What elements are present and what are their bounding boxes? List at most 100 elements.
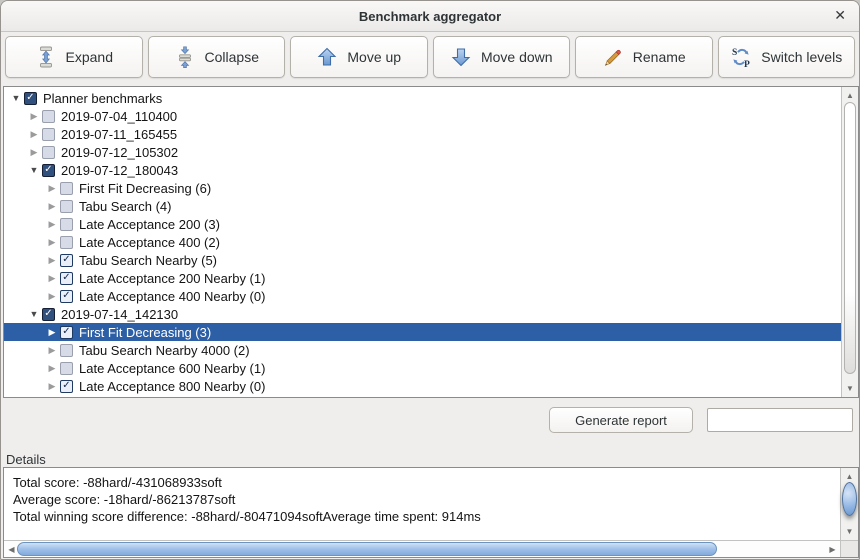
expand-node-icon[interactable]: ▶ <box>26 107 42 125</box>
tree-indent <box>4 260 44 261</box>
tree-row-label: First Fit Decreasing (3) <box>79 325 211 340</box>
tree-checkbox[interactable] <box>60 344 73 357</box>
tree-row[interactable]: ▼✓Planner benchmarks <box>4 89 841 107</box>
tree-checkbox[interactable] <box>60 182 73 195</box>
tree-row[interactable]: ▶✓Tabu Search Nearby (5) <box>4 251 841 269</box>
tree-indent <box>4 224 44 225</box>
app-window: Benchmark aggregator ✕ Expand Collapse <box>0 0 860 560</box>
details-vertical-scrollbar[interactable]: ▲ ▼ <box>840 468 858 540</box>
expand-node-icon[interactable]: ▶ <box>26 125 42 143</box>
tree-row-label: 2019-07-14_142130 <box>61 307 178 322</box>
scroll-up-icon[interactable]: ▲ <box>841 469 858 483</box>
details-vscrollbar-thumb[interactable] <box>842 482 857 516</box>
tree-row[interactable]: ▶✓ First Fit Decreasing (3) <box>4 323 841 341</box>
expand-node-icon[interactable]: ▶ <box>44 341 60 359</box>
expand-button[interactable]: Expand <box>5 36 143 78</box>
tree-checkbox[interactable] <box>42 146 55 159</box>
tree-row[interactable]: ▶✓ Late Acceptance 200 Nearby (1) <box>4 269 841 287</box>
tree-row[interactable]: ▶ Tabu Search Nearby 4000 (2) <box>4 341 841 359</box>
tree-checkbox[interactable] <box>42 128 55 141</box>
collapse-node-icon[interactable]: ▼ <box>8 89 24 107</box>
tree-checkbox[interactable] <box>42 110 55 123</box>
details-hscrollbar-thumb[interactable] <box>17 542 717 556</box>
expand-node-icon[interactable]: ▶ <box>44 287 60 305</box>
tree-row[interactable]: ▶Tabu Search (4) <box>4 197 841 215</box>
rename-button[interactable]: Rename <box>575 36 713 78</box>
tree-row-label: Late Acceptance 800 Nearby (0) <box>79 379 265 394</box>
window-title: Benchmark aggregator <box>359 9 501 24</box>
tree-row[interactable]: ▼✓ 2019-07-14_142130 <box>4 305 841 323</box>
tree-row-label: 2019-07-12_105302 <box>61 145 178 160</box>
expand-icon <box>35 46 57 68</box>
tree-row[interactable]: ▶First Fit Decreasing (6) <box>4 179 841 197</box>
scroll-down-icon[interactable]: ▼ <box>841 524 858 538</box>
toolbar: Expand Collapse Move up <box>5 36 855 78</box>
tree-row-label: Late Acceptance 400 (2) <box>79 235 220 250</box>
tree-indent <box>4 350 44 351</box>
switch-levels-button[interactable]: S P Switch levels <box>718 36 856 78</box>
collapse-node-icon[interactable]: ▼ <box>26 305 42 323</box>
report-name-input[interactable] <box>707 408 853 432</box>
rename-button-label: Rename <box>633 49 686 65</box>
details-horizontal-scrollbar[interactable]: ◀ ▶ <box>4 540 840 557</box>
tree-indent <box>4 170 26 171</box>
expand-node-icon[interactable]: ▶ <box>44 377 60 395</box>
expand-node-icon[interactable]: ▶ <box>26 143 42 161</box>
tree-row[interactable]: ▶✓ Late Acceptance 400 Nearby (0) <box>4 287 841 305</box>
expand-button-label: Expand <box>66 49 113 65</box>
details-label: Details <box>6 452 46 467</box>
tree-row-label: Tabu Search Nearby 4000 (2) <box>79 343 250 358</box>
tree-row[interactable]: ▶Late Acceptance 200 (3) <box>4 215 841 233</box>
scroll-down-icon[interactable]: ▼ <box>842 381 858 395</box>
expand-node-icon[interactable]: ▶ <box>44 251 60 269</box>
tree-checkbox[interactable] <box>60 236 73 249</box>
tree-row[interactable]: ▶ Late Acceptance 400 (2) <box>4 233 841 251</box>
close-icon[interactable]: ✕ <box>834 7 846 24</box>
move-up-button[interactable]: Move up <box>290 36 428 78</box>
tree-row-label: Late Acceptance 200 Nearby (1) <box>79 271 265 286</box>
scrollbar-corner <box>840 540 858 557</box>
tree-vertical-scrollbar[interactable]: ▲ ▼ <box>841 87 858 397</box>
tree-checkbox[interactable] <box>60 200 73 213</box>
tree-row[interactable]: ▶2019-07-04_110400 <box>4 107 841 125</box>
tree-checkbox[interactable]: ✓ <box>60 380 73 393</box>
expand-node-icon[interactable]: ▶ <box>44 269 60 287</box>
collapse-button-label: Collapse <box>205 49 259 65</box>
expand-node-icon[interactable]: ▶ <box>44 215 60 233</box>
tree-row[interactable]: ▶ 2019-07-12_105302 <box>4 143 841 161</box>
scroll-right-icon[interactable]: ▶ <box>826 541 839 557</box>
tree-row[interactable]: ▶ Late Acceptance 600 Nearby (1) <box>4 359 841 377</box>
collapse-node-icon[interactable]: ▼ <box>26 161 42 179</box>
expand-node-icon[interactable]: ▶ <box>44 197 60 215</box>
move-down-button[interactable]: Move down <box>433 36 571 78</box>
tree-checkbox[interactable]: ✓ <box>60 254 73 267</box>
collapse-button[interactable]: Collapse <box>148 36 286 78</box>
move-down-icon <box>450 46 472 68</box>
tree-indent <box>4 332 44 333</box>
tree-row-label: Late Acceptance 600 Nearby (1) <box>79 361 265 376</box>
rename-pencil-icon <box>602 46 624 68</box>
tree-checkbox[interactable]: ✓ <box>42 164 55 177</box>
expand-node-icon[interactable]: ▶ <box>44 179 60 197</box>
tree-row[interactable]: ▼✓2019-07-12_180043 <box>4 161 841 179</box>
tree-checkbox[interactable]: ✓ <box>60 272 73 285</box>
tree-row[interactable]: ▶✓ Late Acceptance 800 Nearby (0) <box>4 377 841 395</box>
expand-node-icon[interactable]: ▶ <box>44 233 60 251</box>
switch-levels-button-label: Switch levels <box>761 49 842 65</box>
tree-row-label: Late Acceptance 400 Nearby (0) <box>79 289 265 304</box>
tree-checkbox[interactable]: ✓ <box>42 308 55 321</box>
tree-scrollbar-thumb[interactable] <box>844 102 856 374</box>
tree-checkbox[interactable] <box>60 218 73 231</box>
details-line: Total score: -88hard/-431068933soft <box>13 474 840 491</box>
tree-checkbox[interactable]: ✓ <box>24 92 37 105</box>
expand-node-icon[interactable]: ▶ <box>44 323 60 341</box>
tree-checkbox[interactable]: ✓ <box>60 326 73 339</box>
titlebar[interactable]: Benchmark aggregator ✕ <box>1 1 859 32</box>
tree-checkbox[interactable]: ✓ <box>60 290 73 303</box>
scroll-up-icon[interactable]: ▲ <box>842 88 858 102</box>
tree-checkbox[interactable] <box>60 362 73 375</box>
expand-node-icon[interactable]: ▶ <box>44 359 60 377</box>
collapse-icon <box>174 46 196 68</box>
tree-row[interactable]: ▶2019-07-11_165455 <box>4 125 841 143</box>
generate-report-button[interactable]: Generate report <box>549 407 693 433</box>
